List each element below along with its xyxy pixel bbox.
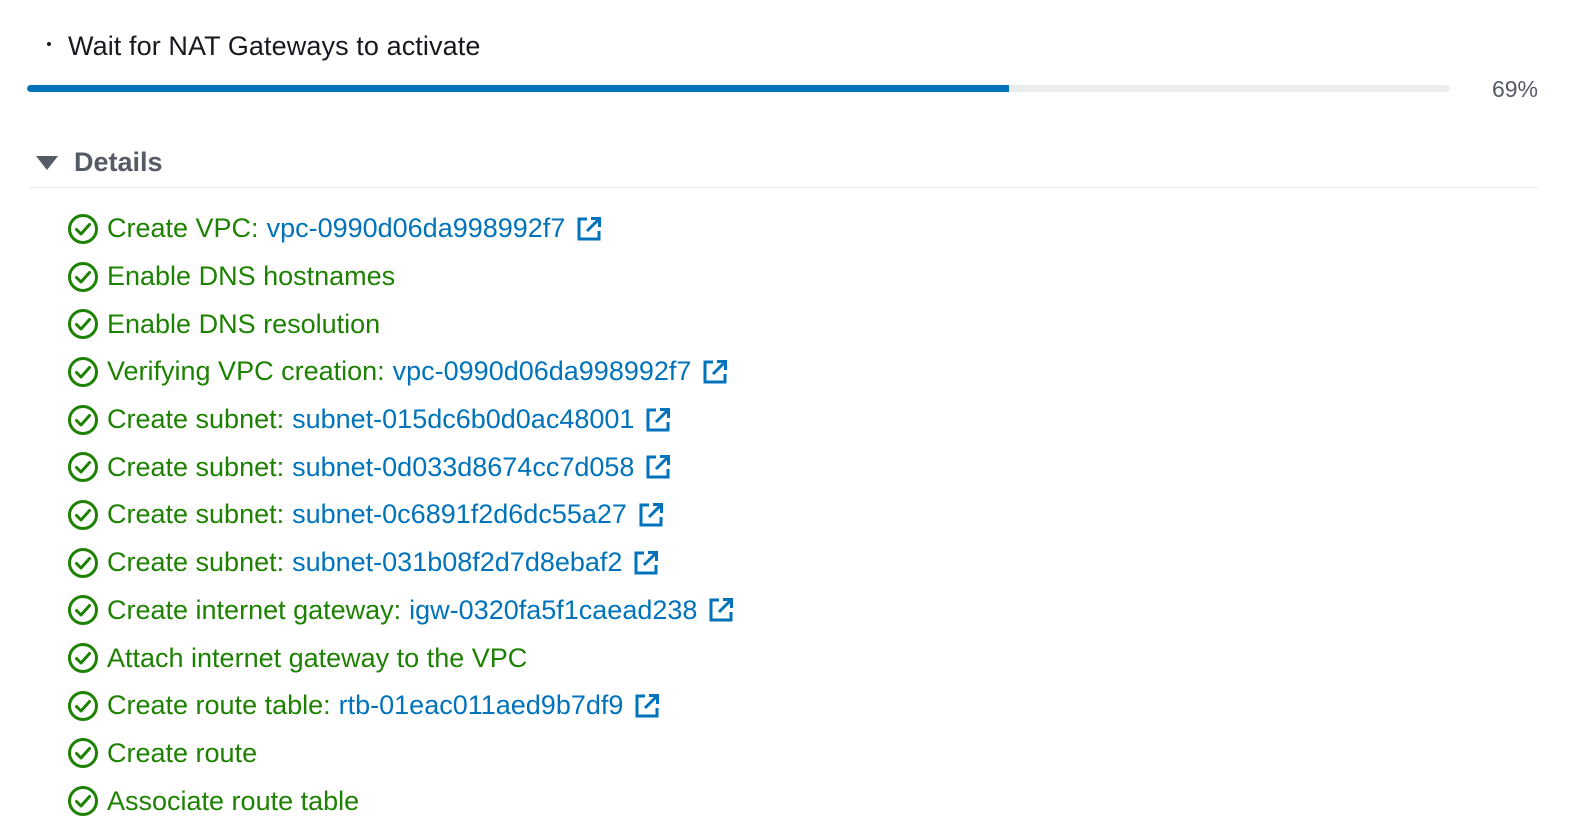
resource-link[interactable]: igw-0320fa5f1caead238 xyxy=(409,595,697,626)
step-label: Create route xyxy=(107,737,258,768)
divider xyxy=(29,187,1538,188)
details-label[interactable]: Details xyxy=(74,147,163,178)
resource-link[interactable]: rtb-01eac011aed9b7df9 xyxy=(339,690,624,721)
step-label: Create subnet: xyxy=(107,451,285,482)
resource-link[interactable]: subnet-031b08f2d7d8ebaf2 xyxy=(292,547,622,578)
external-link-icon[interactable] xyxy=(575,215,603,243)
resource-link[interactable]: vpc-0990d06da998992f7 xyxy=(393,356,692,387)
external-link-icon[interactable] xyxy=(637,501,665,529)
step-label: Enable DNS hostnames xyxy=(107,261,396,292)
check-circle-icon xyxy=(68,690,98,721)
step-label: Create subnet: xyxy=(107,499,285,530)
resource-link[interactable]: subnet-0d033d8674cc7d058 xyxy=(292,452,634,483)
step-label: Create subnet: xyxy=(107,404,285,435)
step-item: Attach internet gateway to the VPC xyxy=(67,634,735,682)
external-link-icon[interactable] xyxy=(644,406,672,434)
check-circle-icon xyxy=(68,547,98,578)
check-circle-icon xyxy=(68,452,98,483)
check-circle-icon xyxy=(68,213,98,244)
check-circle-icon xyxy=(68,643,98,674)
step-label: Associate route table xyxy=(107,785,360,816)
check-circle-icon xyxy=(68,786,98,817)
step-label: Enable DNS resolution xyxy=(107,308,381,339)
step-item: Associate route table xyxy=(67,777,735,825)
check-circle-icon xyxy=(68,404,98,435)
step-item: Create subnet: subnet-031b08f2d7d8ebaf2 xyxy=(67,539,735,587)
check-circle-icon xyxy=(68,595,98,626)
progress-bar xyxy=(27,85,1450,92)
step-item: Create VPC: vpc-0990d06da998992f7 xyxy=(67,205,735,253)
step-label: Create internet gateway: xyxy=(107,594,402,625)
progress-bar-fill xyxy=(27,85,1009,92)
step-label: Create VPC: xyxy=(107,213,259,244)
check-circle-icon xyxy=(68,356,98,387)
check-circle-icon xyxy=(68,309,98,340)
check-circle-icon xyxy=(68,738,98,769)
resource-link[interactable]: vpc-0990d06da998992f7 xyxy=(267,213,566,244)
resource-link[interactable]: subnet-015dc6b0d0ac48001 xyxy=(292,404,634,435)
step-item: Create internet gateway: igw-0320fa5f1cae… xyxy=(67,587,735,635)
step-label: Create route table: xyxy=(107,690,331,721)
external-link-icon[interactable] xyxy=(701,358,729,386)
step-item: Enable DNS hostnames xyxy=(67,253,735,301)
external-link-icon[interactable] xyxy=(632,549,660,577)
details-toggle[interactable]: Details xyxy=(36,142,163,182)
step-label: Create subnet: xyxy=(107,547,285,578)
step-title-row: Wait for NAT Gateways to activate xyxy=(38,24,480,68)
step-label: Verifying VPC creation: xyxy=(107,356,385,387)
step-item: Create subnet: subnet-015dc6b0d0ac48001 xyxy=(67,396,735,444)
step-item: Create subnet: subnet-0d033d8674cc7d058 xyxy=(67,443,735,491)
steps-list: Create VPC: vpc-0990d06da998992f7 Enable D… xyxy=(67,205,735,825)
external-link-icon[interactable] xyxy=(633,692,661,720)
spinner-icon xyxy=(38,34,62,58)
caret-down-icon[interactable] xyxy=(36,156,58,170)
external-link-icon[interactable] xyxy=(644,453,672,481)
resource-link[interactable]: subnet-0c6891f2d6dc55a27 xyxy=(292,499,627,530)
check-circle-icon xyxy=(68,499,98,530)
step-item: Create route xyxy=(67,730,735,778)
step-label: Attach internet gateway to the VPC xyxy=(107,642,528,673)
progress-percentage: 69% xyxy=(1491,76,1538,102)
step-item: Create route table: rtb-01eac011aed9b7df9 xyxy=(67,682,735,730)
step-item: Verifying VPC creation: vpc-0990d06da9989… xyxy=(67,348,735,396)
step-item: Enable DNS resolution xyxy=(67,300,735,348)
page-title: Wait for NAT Gateways to activate xyxy=(68,30,481,61)
external-link-icon[interactable] xyxy=(707,596,735,624)
check-circle-icon xyxy=(68,261,98,292)
step-item: Create subnet: subnet-0c6891f2d6dc55a27 xyxy=(67,491,735,539)
